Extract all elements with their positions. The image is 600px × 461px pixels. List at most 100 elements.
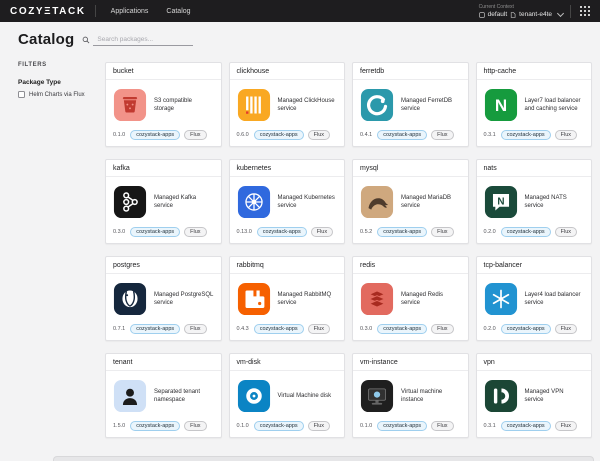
context-tenant-value: tenant-e4te [519,11,552,18]
card-title: tcp-balancer [477,257,592,274]
content-area: FILTERS Package Type Helm Charts via Flu… [0,54,600,438]
card-description: Managed FerretDB service [401,97,461,113]
badge-cozystack-apps: cozystack-apps [257,227,307,237]
ferretdb-icon [360,88,394,122]
search-input[interactable] [93,34,193,46]
card-version: 0.4.1 [360,132,372,138]
card-title: vm-instance [353,354,468,371]
badge-flux: Flux [184,421,206,431]
badge-cozystack-apps: cozystack-apps [130,130,180,140]
bucket-icon [113,88,147,122]
card-version: 0.3.0 [360,326,372,332]
clickhouse-icon [237,88,271,122]
badge-flux: Flux [555,130,577,140]
chevron-down-icon [557,10,564,17]
card-version: 0.5.2 [360,229,372,235]
card-title: vpn [477,354,592,371]
kafka-icon [113,185,147,219]
badge-cozystack-apps: cozystack-apps [130,227,180,237]
helm-charts-checkbox[interactable] [18,91,25,98]
catalog-card-mysql[interactable]: mysql Managed MariaDB service 0.5.2 cozy… [352,159,469,244]
app-logo[interactable]: COZYΞTACK [10,6,86,17]
card-description: Managed RabbitMQ service [278,291,338,307]
filter-option-helm-charts[interactable]: Helm Charts via Flux [18,91,105,98]
helm-charts-label: Helm Charts via Flux [29,92,85,98]
card-version: 0.2.0 [484,326,496,332]
filters-sidebar: FILTERS Package Type Helm Charts via Flu… [18,54,105,98]
badge-flux: Flux [184,130,206,140]
catalog-card-rabbitmq[interactable]: rabbitmq Managed RabbitMQ service 0.4.3 … [229,256,346,341]
catalog-card-redis[interactable]: redis Managed Redis service 0.3.0 cozyst… [352,256,469,341]
top-nav: COZYΞTACK Applications Catalog Current C… [0,0,600,22]
catalog-card-kubernetes[interactable]: kubernetes Managed Kubernetes service 0.… [229,159,346,244]
page-title: Catalog [18,31,74,48]
catalog-card-vm-disk[interactable]: vm-disk Virtual Machine disk 0.1.0 cozys… [229,353,346,438]
catalog-card-kafka[interactable]: kafka Managed Kafka service 0.3.0 cozyst… [105,159,222,244]
card-version: 0.13.0 [237,229,252,235]
catalog-card-tenant[interactable]: tenant Separated tenant namespace 1.5.0 … [105,353,222,438]
catalog-card-http-cache[interactable]: http-cache N Layer7 load balancer and ca… [476,62,593,147]
vm-disk-icon [237,379,271,413]
horizontal-scrollbar[interactable] [53,456,594,461]
search-icon [82,36,90,44]
card-description: Layer4 load balancer service [525,291,585,307]
catalog-card-clickhouse[interactable]: clickhouse Managed ClickHouse service 0.… [229,62,346,147]
vpn-icon [484,379,518,413]
badge-cozystack-apps: cozystack-apps [377,130,427,140]
badge-flux: Flux [555,421,577,431]
badge-cozystack-apps: cozystack-apps [254,421,304,431]
card-description: S3 compatible storage [154,97,214,113]
card-title: http-cache [477,63,592,80]
tcp-balancer-icon [484,282,518,316]
filter-group-package-type: Package Type [18,79,105,86]
context-switcher[interactable]: Current Context default tenant-e4te [479,4,563,18]
apps-grid-icon[interactable] [578,4,592,18]
mysql-icon [360,185,394,219]
card-title: kafka [106,160,221,177]
card-description: Managed Kafka service [154,194,214,210]
card-title: clickhouse [230,63,345,80]
badge-cozystack-apps: cozystack-apps [130,421,180,431]
catalog-card-vpn[interactable]: vpn Managed VPN service 0.3.1 cozystack-… [476,353,593,438]
catalog-card-tcp-balancer[interactable]: tcp-balancer Layer4 load balancer servic… [476,256,593,341]
badge-flux: Flux [555,324,577,334]
badge-flux: Flux [308,130,330,140]
badge-cozystack-apps: cozystack-apps [254,324,304,334]
card-version: 0.4.3 [237,326,249,332]
nav-divider [95,5,96,17]
badge-cozystack-apps: cozystack-apps [254,130,304,140]
nav-item-applications[interactable]: Applications [102,0,158,22]
card-description: Separated tenant namespace [154,388,214,404]
card-description: Managed NATS service [525,194,585,210]
cluster-icon [479,12,485,18]
rabbitmq-icon [237,282,271,316]
catalog-card-bucket[interactable]: bucket S3 compatible storage 0.1.0 cozys… [105,62,222,147]
card-version: 0.7.1 [113,326,125,332]
context-cluster-value: default [488,11,508,18]
catalog-card-nats[interactable]: nats N Managed NATS service 0.2.0 cozyst… [476,159,593,244]
card-title: kubernetes [230,160,345,177]
tenant-icon [510,12,516,18]
badge-flux: Flux [308,324,330,334]
card-title: rabbitmq [230,257,345,274]
catalog-card-postgres[interactable]: postgres Managed PostgreSQL service 0.7.… [105,256,222,341]
badge-cozystack-apps: cozystack-apps [377,227,427,237]
nats-icon: N [484,185,518,219]
postgres-icon [113,282,147,316]
catalog-card-ferretdb[interactable]: ferretdb Managed FerretDB service 0.4.1 … [352,62,469,147]
card-description: Managed VPN service [525,388,585,404]
badge-flux: Flux [431,421,453,431]
card-title: tenant [106,354,221,371]
catalog-card-vm-instance[interactable]: vm-instance Virtual machine instance 0.1… [352,353,469,438]
search-box [82,34,193,46]
nav-item-catalog[interactable]: Catalog [157,0,199,22]
card-version: 1.5.0 [113,423,125,429]
badge-cozystack-apps: cozystack-apps [501,421,551,431]
card-title: mysql [353,160,468,177]
nav-separator [570,5,571,18]
badge-cozystack-apps: cozystack-apps [501,130,551,140]
page-header: Catalog [0,22,600,54]
kubernetes-icon [237,185,271,219]
card-version: 0.1.0 [360,423,372,429]
badge-flux: Flux [555,227,577,237]
